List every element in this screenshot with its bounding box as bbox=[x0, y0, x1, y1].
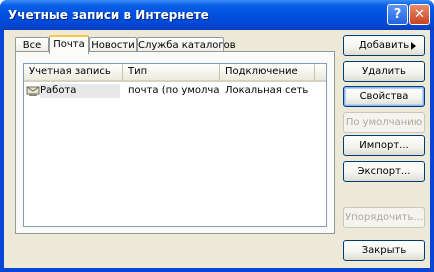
list-header: Учетная запись Тип Подключение bbox=[24, 64, 326, 82]
mail-account-icon bbox=[26, 84, 40, 98]
tab-label: Почта bbox=[53, 39, 85, 50]
tab-label: Все bbox=[22, 40, 42, 51]
close-icon: ✕ bbox=[414, 7, 425, 22]
column-header-account[interactable]: Учетная запись bbox=[24, 64, 123, 80]
import-button-label: Импорт... bbox=[359, 140, 409, 151]
title-bar[interactable]: Учетные записи в Интернете ? ✕ bbox=[0, 0, 434, 30]
order-button[interactable]: Упорядочить... bbox=[343, 207, 425, 228]
set-default-button[interactable]: По умолчанию bbox=[343, 112, 425, 133]
tab-panel: Учетная запись Тип Подключение Работа по… bbox=[15, 51, 335, 234]
add-button[interactable]: Добавить bbox=[343, 35, 425, 56]
tab-label: Служба каталогов bbox=[138, 40, 236, 51]
list-item[interactable]: Работа почта (по умолчан... Локальная се… bbox=[24, 84, 326, 98]
account-connection: Локальная сеть bbox=[225, 85, 309, 96]
delete-button[interactable]: Удалить bbox=[343, 61, 425, 82]
properties-button-label: Свойства bbox=[359, 91, 409, 102]
column-header-type[interactable]: Тип bbox=[123, 64, 220, 80]
export-button[interactable]: Экспорт... bbox=[343, 161, 425, 182]
question-mark-icon: ? bbox=[393, 7, 402, 22]
import-button[interactable]: Импорт... bbox=[343, 135, 425, 156]
arrow-right-icon bbox=[411, 42, 416, 50]
window-title: Учетные записи в Интернете bbox=[8, 8, 209, 22]
dialog-body: Все Почта Новости Служба каталогов Учетн… bbox=[4, 30, 430, 268]
properties-button[interactable]: Свойства bbox=[343, 86, 425, 107]
close-window-button[interactable]: ✕ bbox=[409, 4, 430, 25]
export-button-label: Экспорт... bbox=[357, 166, 411, 177]
close-button[interactable]: Закрыть bbox=[343, 240, 425, 261]
column-header-connection[interactable]: Подключение bbox=[220, 64, 315, 80]
add-button-label: Добавить bbox=[358, 40, 410, 51]
accounts-list[interactable]: Учетная запись Тип Подключение Работа по… bbox=[23, 63, 327, 227]
close-button-label: Закрыть bbox=[361, 245, 407, 256]
account-name: Работа bbox=[40, 84, 120, 98]
accounts-dialog: Учетные записи в Интернете ? ✕ Все Почта… bbox=[0, 0, 434, 272]
tab-label: Новости bbox=[91, 40, 135, 51]
tab-mail[interactable]: Почта bbox=[49, 35, 89, 54]
order-button-label: Упорядочить... bbox=[345, 212, 423, 223]
help-button[interactable]: ? bbox=[387, 4, 408, 25]
account-type: почта (по умолчан... bbox=[128, 85, 220, 96]
delete-button-label: Удалить bbox=[362, 66, 406, 77]
set-default-button-label: По умолчанию bbox=[345, 117, 423, 128]
